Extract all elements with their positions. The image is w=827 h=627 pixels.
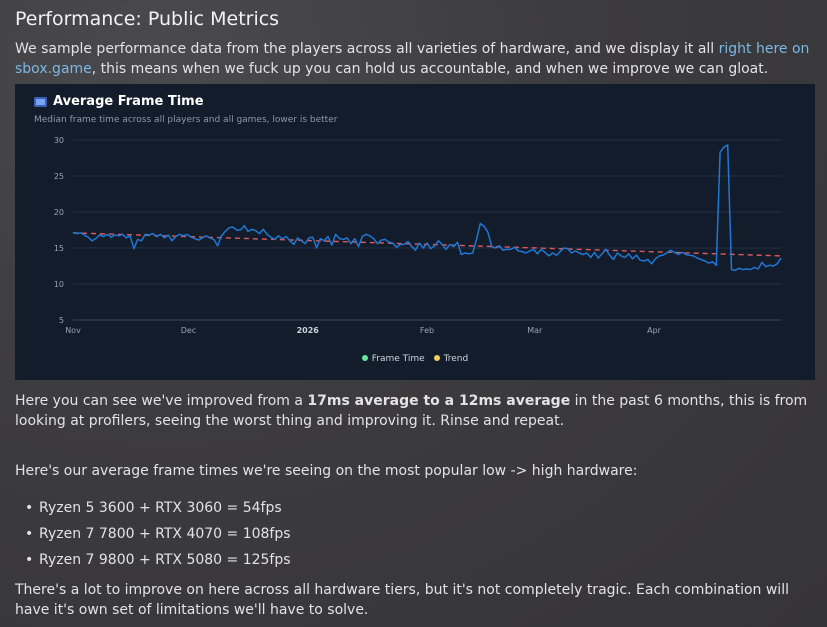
hardware-intro: Here's our average frame times we're see… [15,463,638,479]
y-tick-label: 25 [54,172,64,181]
x-tick-label: Dec [181,326,196,335]
hardware-entry: Ryzen 5 3600 + RTX 3060 = 54fps [39,500,282,516]
hardware-list: • Ryzen 5 3600 + RTX 3060 = 54fps • Ryzen … [15,495,291,573]
closing-paragraph: There's a lot to improve on here across … [15,582,789,618]
x-tick-label: Apr [647,326,662,335]
intro-text-after: , this means when we fuck up you can hol… [91,61,769,77]
improvement-paragraph: Here you can see we've improved from a 1… [15,391,815,431]
hardware-entry: Ryzen 7 7800 + RTX 4070 = 108fps [39,526,291,542]
legend-label-trend: Trend [443,354,469,364]
legend-label-frame-time: Frame Time [371,354,425,364]
x-tick-label: 2026 [297,326,320,335]
intro-paragraph: We sample performance data from the play… [15,39,815,79]
bullet: • [25,500,34,516]
intro-text-before: We sample performance data from the play… [15,41,719,57]
bullet: • [25,552,34,568]
page-heading: Performance: Public Metrics [15,8,280,30]
legend-frame-time[interactable]: Frame Time [361,354,425,364]
list-item: • Ryzen 7 9800 + RTX 5080 = 125fps [15,547,291,573]
y-tick-label: 20 [54,208,64,217]
y-tick-label: 5 [59,316,64,325]
list-item: • Ryzen 7 7800 + RTX 4070 = 108fps [15,521,291,547]
y-tick-label: 15 [54,244,64,253]
frame-time-line [72,144,782,272]
chart-legend: Frame Time Trend [15,354,815,364]
hardware-entry: Ryzen 7 9800 + RTX 5080 = 125fps [39,552,291,568]
y-tick-label: 30 [54,136,64,145]
improvement-highlight: 17ms average to a 12ms average [307,393,571,409]
legend-dot-frame-time [361,354,368,361]
frame-time-chart: Average Frame Time Median frame time acr… [15,84,815,380]
x-tick-label: Mar [527,326,543,335]
improvement-text-before: Here you can see we've improved from a [15,393,308,409]
list-item: • Ryzen 5 3600 + RTX 3060 = 54fps [15,495,291,521]
legend-dot-trend [433,354,440,361]
x-tick-label: Feb [420,326,434,335]
x-tick-label: Nov [65,326,81,335]
bullet: • [25,526,34,542]
legend-trend[interactable]: Trend [433,354,469,364]
chart-plot: 5 10 15 20 25 30 Nov Dec 2026 Feb Mar Apr [54,136,782,335]
y-tick-label: 10 [54,280,64,289]
